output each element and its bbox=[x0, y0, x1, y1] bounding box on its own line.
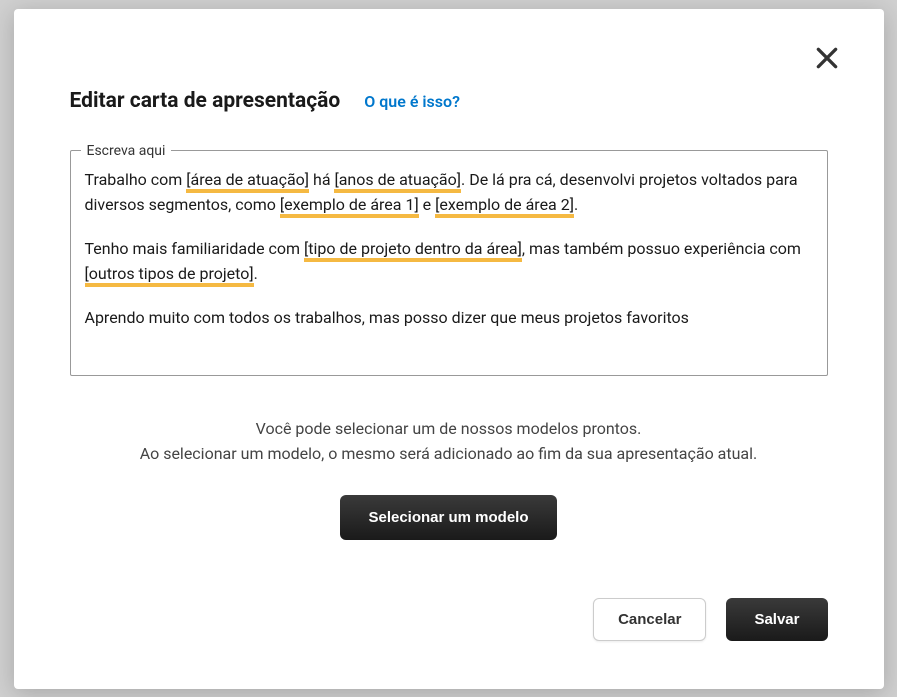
text-span: . bbox=[254, 264, 258, 283]
save-button[interactable]: Salvar bbox=[726, 598, 827, 641]
textarea-content: Trabalho com [área de atuação] há [anos … bbox=[85, 167, 809, 331]
cancel-button[interactable]: Cancelar bbox=[593, 598, 706, 641]
placeholder-highlight: [exemplo de área 1] bbox=[280, 195, 419, 218]
modal-footer: Cancelar Salvar bbox=[70, 598, 828, 641]
textarea-fieldset: Escreva aqui Trabalho com [área de atuaç… bbox=[70, 143, 828, 376]
text-span: . bbox=[574, 195, 578, 214]
help-link[interactable]: O que é isso? bbox=[364, 92, 460, 111]
cover-letter-textarea[interactable]: Trabalho com [área de atuação] há [anos … bbox=[71, 159, 827, 375]
select-model-button[interactable]: Selecionar um modelo bbox=[340, 495, 556, 540]
close-icon bbox=[814, 45, 840, 71]
text-span: Tenho mais familiaridade com bbox=[85, 239, 305, 258]
textarea-label: Escreva aqui bbox=[81, 143, 172, 159]
text-span: e bbox=[419, 195, 435, 214]
text-span: Aprendo muito com todos os trabalhos, ma… bbox=[85, 308, 689, 327]
modal-title: Editar carta de apresentação bbox=[70, 89, 341, 113]
paragraph-2: Tenho mais familiaridade com [tipo de pr… bbox=[85, 236, 809, 287]
edit-cover-letter-modal: Editar carta de apresentação O que é iss… bbox=[14, 9, 884, 689]
placeholder-highlight: [tipo de projeto dentro da área] bbox=[304, 239, 522, 262]
text-span: Trabalho com bbox=[85, 170, 187, 189]
paragraph-1: Trabalho com [área de atuação] há [anos … bbox=[85, 167, 809, 218]
text-span: , mas também possuo experiência com bbox=[522, 239, 801, 258]
placeholder-highlight: [anos de atuação] bbox=[334, 170, 461, 193]
paragraph-3: Aprendo muito com todos os trabalhos, ma… bbox=[85, 305, 809, 331]
hint-line-2: Ao selecionar um modelo, o mesmo será ad… bbox=[70, 441, 828, 467]
hint-line-1: Você pode selecionar um de nossos modelo… bbox=[70, 416, 828, 442]
placeholder-highlight: [exemplo de área 2] bbox=[435, 195, 574, 218]
text-span: há bbox=[309, 170, 334, 189]
close-button[interactable] bbox=[810, 41, 844, 78]
placeholder-highlight: [área de atuação] bbox=[186, 170, 309, 193]
hint-text: Você pode selecionar um de nossos modelo… bbox=[70, 416, 828, 467]
modal-header: Editar carta de apresentação O que é iss… bbox=[70, 89, 828, 113]
placeholder-highlight: [outros tipos de projeto] bbox=[85, 264, 254, 287]
